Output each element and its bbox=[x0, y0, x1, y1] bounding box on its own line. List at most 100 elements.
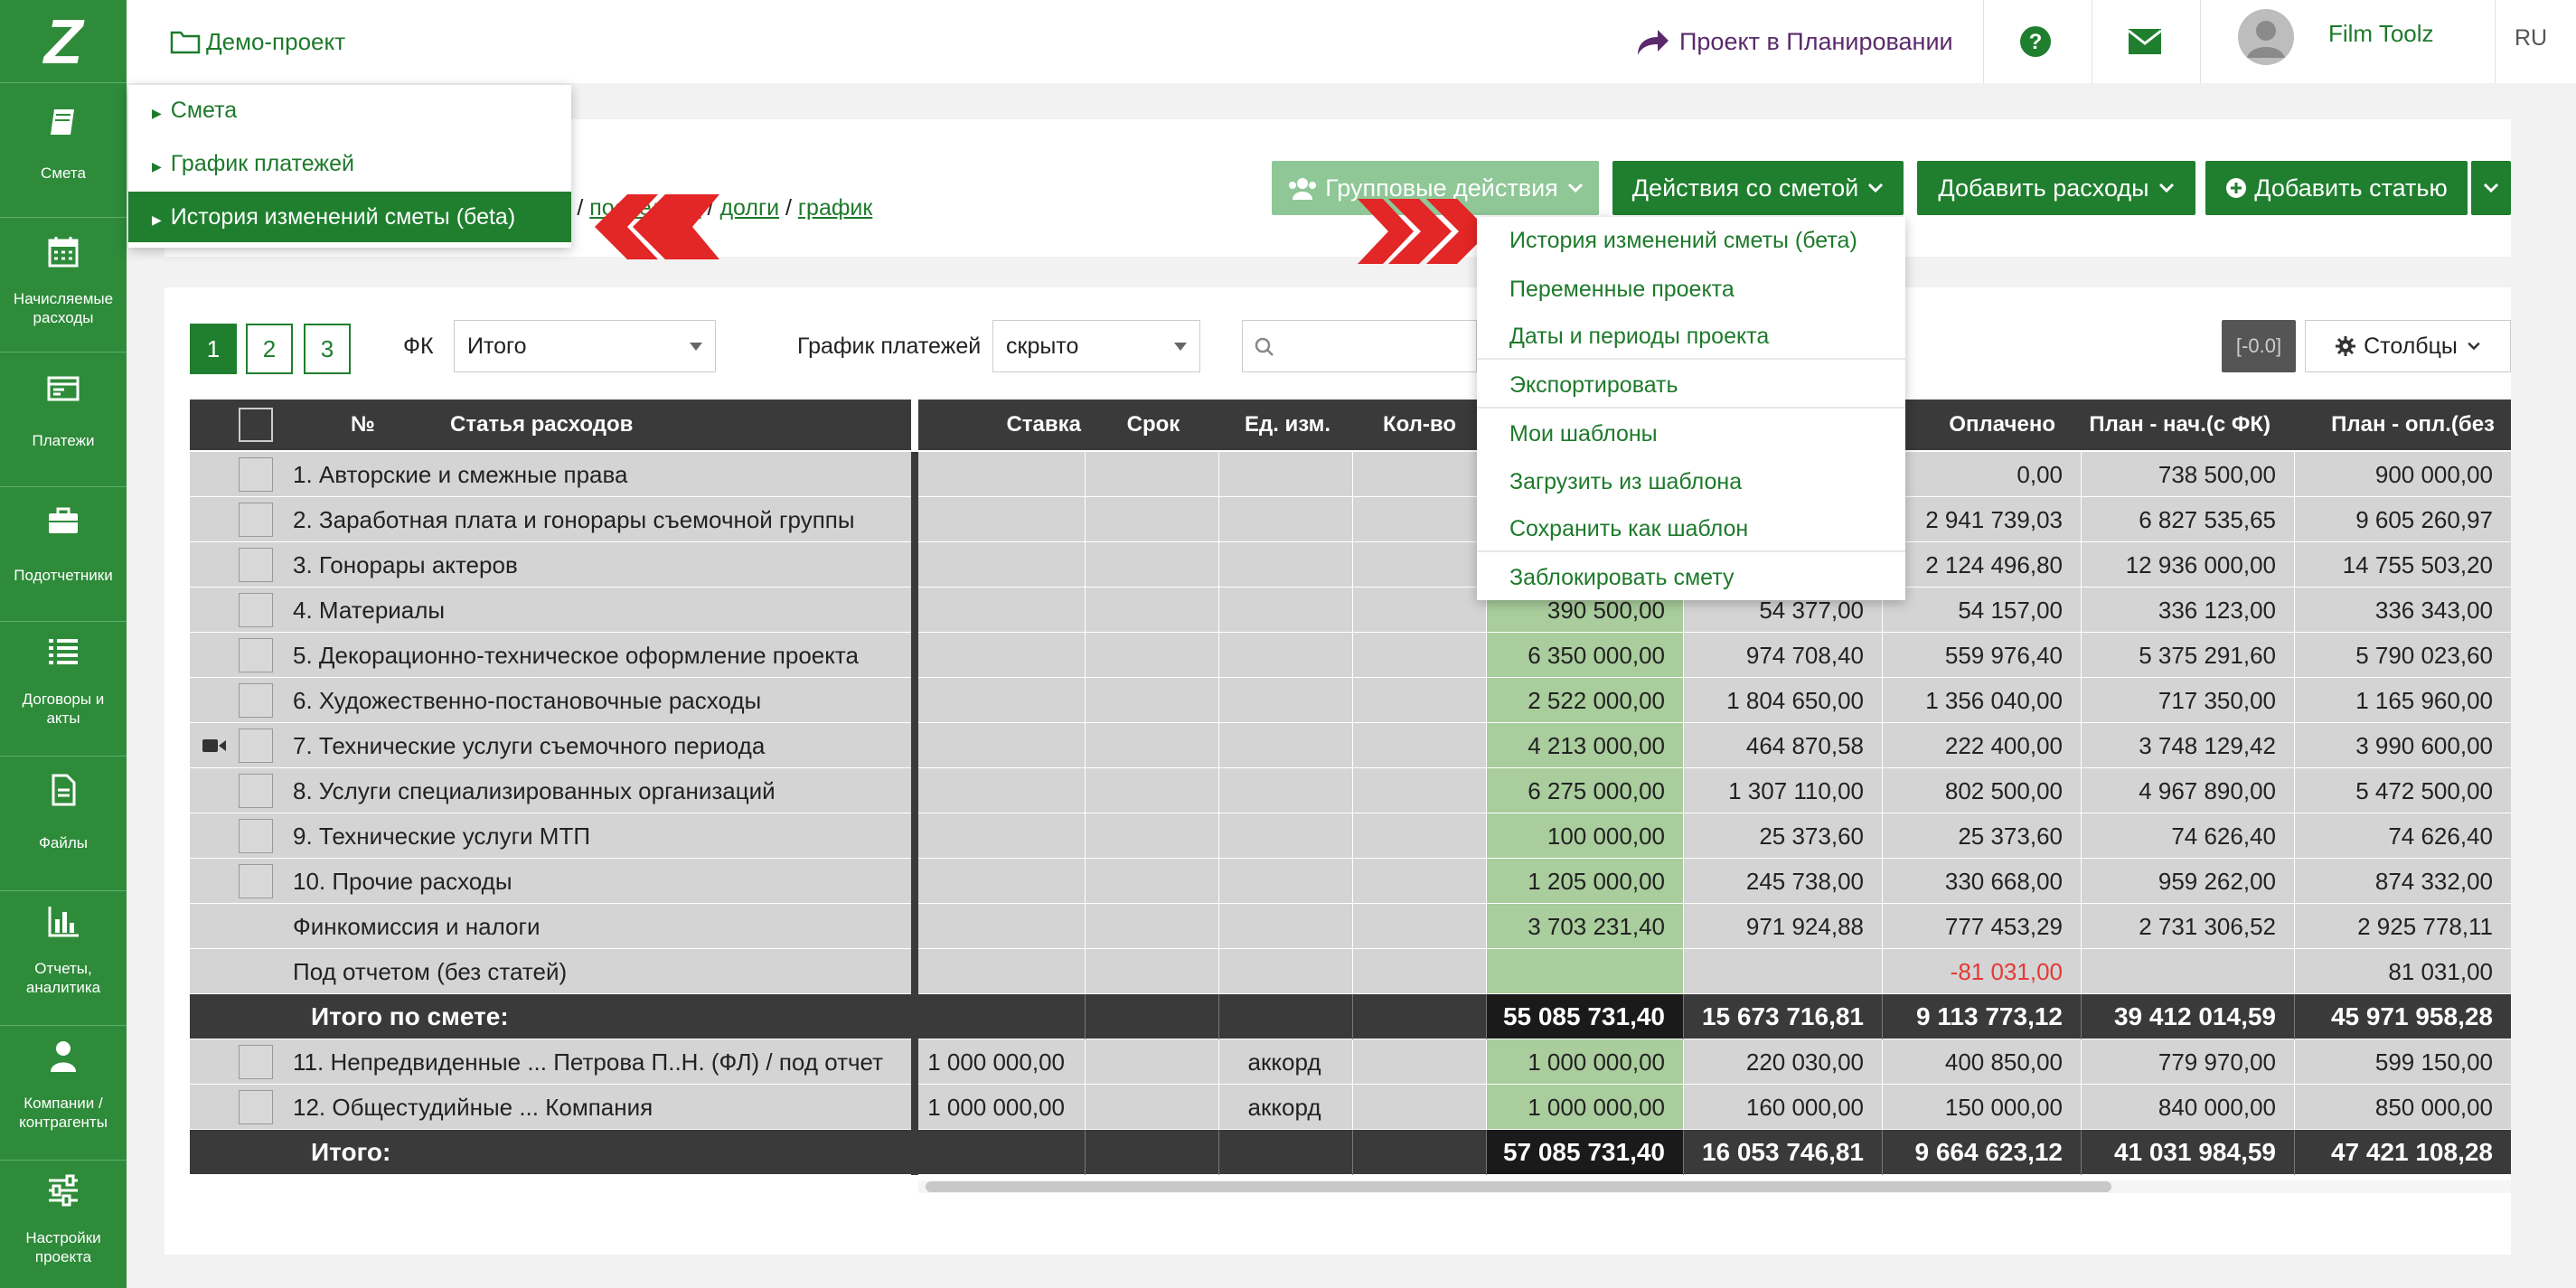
menu-item-project-dates[interactable]: Даты и периоды проекта bbox=[1477, 313, 1905, 360]
cell-paid: 9 113 773,12 bbox=[1916, 1002, 2063, 1030]
payment-schedule-select[interactable]: скрыто bbox=[992, 320, 1200, 372]
sidebar-item-files[interactable]: Файлы bbox=[0, 757, 127, 891]
column-divider bbox=[2294, 813, 2295, 859]
row-checkbox[interactable] bbox=[239, 683, 273, 718]
columns-button[interactable]: Столбцы bbox=[2305, 320, 2511, 372]
add-expenses-button[interactable]: Добавить расходы bbox=[1917, 161, 2195, 215]
avatar bbox=[2238, 9, 2294, 65]
cell-plan-nach bbox=[2082, 949, 2294, 994]
app-logo[interactable]: Z bbox=[0, 0, 127, 83]
menu-item-estimate[interactable]: ▶ Смета bbox=[128, 85, 571, 136]
scrollbar-thumb[interactable] bbox=[926, 1181, 2111, 1192]
fk-select[interactable]: Итого bbox=[454, 320, 716, 372]
menu-item-history[interactable]: ▶ История изменений сметы (беta) bbox=[128, 192, 571, 242]
sidebar-item-contracts[interactable]: Договоры и акты bbox=[0, 623, 127, 757]
column-divider bbox=[2081, 994, 2082, 1039]
estimate-actions-button[interactable]: Действия со сметой bbox=[1612, 161, 1904, 215]
column-divider bbox=[2294, 678, 2295, 723]
column-divider bbox=[2081, 497, 2082, 542]
column-divider bbox=[1218, 994, 1219, 1039]
page-button-3[interactable]: 3 bbox=[304, 324, 351, 374]
cell-article: 12. Общестудийные ... Компания bbox=[293, 1094, 653, 1121]
menu-item-lock-estimate[interactable]: Заблокировать смету bbox=[1477, 554, 1905, 601]
select-all-checkbox[interactable] bbox=[239, 408, 273, 442]
row-checkbox[interactable] bbox=[239, 638, 273, 672]
cell-nach: 245 738,00 bbox=[1745, 868, 1864, 895]
cell-nach: 160 000,00 bbox=[1745, 1094, 1864, 1121]
mail-icon[interactable] bbox=[2128, 28, 2162, 55]
breadcrumb-link[interactable]: долги bbox=[719, 195, 779, 221]
cell-plan-opl: 45 971 958,28 bbox=[2330, 1002, 2493, 1030]
add-item-dropdown-toggle[interactable] bbox=[2471, 161, 2511, 215]
language-switch[interactable]: RU bbox=[2515, 25, 2547, 52]
column-header-paid: Оплачено bbox=[1949, 412, 2055, 437]
column-divider bbox=[1085, 542, 1086, 588]
sidebar-item-estimate[interactable]: Смета bbox=[0, 84, 127, 218]
sidebar-item-settings[interactable]: Настройки проекта bbox=[0, 1161, 127, 1288]
cell-article: 11. Непредвиденные ... Петрова П..Н. (ФЛ… bbox=[293, 1048, 884, 1076]
cell-article: 6. Художественно-постановочные расходы bbox=[293, 687, 762, 714]
row-checkbox[interactable] bbox=[239, 819, 273, 853]
cell-sum: 1 205 000,00 bbox=[1528, 868, 1665, 895]
payment-schedule-select-value: скрыто bbox=[1006, 334, 1079, 359]
list-icon bbox=[49, 639, 78, 664]
sidebar-item-label: Платежи bbox=[32, 432, 95, 449]
cell-sum: 55 085 731,40 bbox=[1502, 1002, 1665, 1030]
column-divider bbox=[1218, 813, 1219, 859]
column-divider bbox=[1352, 1085, 1353, 1130]
column-divider bbox=[1218, 1130, 1219, 1175]
menu-item-my-templates[interactable]: Мои шаблоны bbox=[1477, 410, 1905, 457]
cell-plan-opl: 336 343,00 bbox=[2374, 597, 2493, 624]
menu-item-history[interactable]: История изменений сметы (бета) bbox=[1477, 217, 1905, 264]
sidebar-item-payments[interactable]: Платежи bbox=[0, 353, 127, 487]
row-checkbox[interactable] bbox=[239, 548, 273, 582]
cell-paid: 54 157,00 bbox=[1958, 597, 2063, 624]
page-button-2[interactable]: 2 bbox=[246, 324, 293, 374]
cell-plan-nach: 779 970,00 bbox=[2158, 1048, 2276, 1076]
row-checkbox[interactable] bbox=[239, 457, 273, 492]
menu-item-project-variables[interactable]: Переменные проекта bbox=[1477, 266, 1905, 313]
menu-item-payment-schedule[interactable]: ▶ График платежей bbox=[128, 136, 571, 192]
breadcrumb-link[interactable]: график bbox=[798, 195, 872, 221]
add-item-button[interactable]: Добавить статью bbox=[2205, 161, 2468, 215]
menu-item-export[interactable]: Экспортировать bbox=[1477, 362, 1905, 409]
column-divider bbox=[1352, 497, 1353, 542]
search-input[interactable] bbox=[1242, 320, 1477, 372]
column-header-article: Статья расходов bbox=[450, 412, 634, 437]
column-divider bbox=[1352, 633, 1353, 678]
horizontal-scrollbar[interactable] bbox=[918, 1180, 2511, 1193]
share-arrow-icon bbox=[1638, 30, 1669, 55]
cell-plan-nach: 12 936 000,00 bbox=[2125, 551, 2276, 578]
row-checkbox[interactable] bbox=[239, 1045, 273, 1079]
row-checkbox[interactable] bbox=[239, 503, 273, 537]
column-divider bbox=[1352, 904, 1353, 949]
planning-link[interactable]: Проект в Планировании bbox=[1634, 22, 1953, 61]
column-divider bbox=[1683, 949, 1684, 994]
row-checkbox[interactable] bbox=[239, 729, 273, 763]
cell-plan-nach: 4 967 890,00 bbox=[2139, 777, 2276, 804]
cell-plan-opl: 599 150,00 bbox=[2374, 1048, 2493, 1076]
help-icon[interactable]: ? bbox=[2019, 25, 2052, 58]
cell-plan-nach: 840 000,00 bbox=[2158, 1094, 2276, 1121]
row-checkbox[interactable] bbox=[239, 1090, 273, 1124]
sidebar-item-accountable[interactable]: Подотчетники bbox=[0, 488, 127, 622]
menu-item-save-template[interactable]: Сохранить как шаблон bbox=[1477, 505, 1905, 552]
table-row: 2. Заработная плата и гонорары съемочной… bbox=[190, 497, 2511, 542]
cell-unit: аккорд bbox=[1247, 1094, 1321, 1121]
column-divider bbox=[1683, 768, 1684, 813]
column-divider bbox=[1085, 497, 1086, 542]
sidebar-item-reports[interactable]: Отчеты, аналитика bbox=[0, 892, 127, 1026]
row-checkbox[interactable] bbox=[239, 593, 273, 627]
menu-item-load-template[interactable]: Загрузить из шаблона bbox=[1477, 458, 1905, 505]
page-button-1[interactable]: 1 bbox=[190, 324, 237, 374]
column-divider bbox=[1085, 1130, 1086, 1175]
row-gap bbox=[911, 1085, 918, 1130]
sidebar-item-companies[interactable]: Компании / контрагенты bbox=[0, 1027, 127, 1161]
sidebar-item-accrued[interactable]: Начисляемые расходы bbox=[0, 219, 127, 353]
menu-item-label: История изменений сметы (беta) bbox=[170, 204, 516, 230]
row-checkbox[interactable] bbox=[239, 774, 273, 808]
user-menu[interactable]: Film Toolz bbox=[2238, 9, 2536, 74]
row-checkbox[interactable] bbox=[239, 864, 273, 898]
sidebar: Z Смета Начисляемые расходы Платежи Подо… bbox=[0, 0, 127, 1288]
project-selector[interactable]: Демо-проект bbox=[170, 24, 345, 60]
